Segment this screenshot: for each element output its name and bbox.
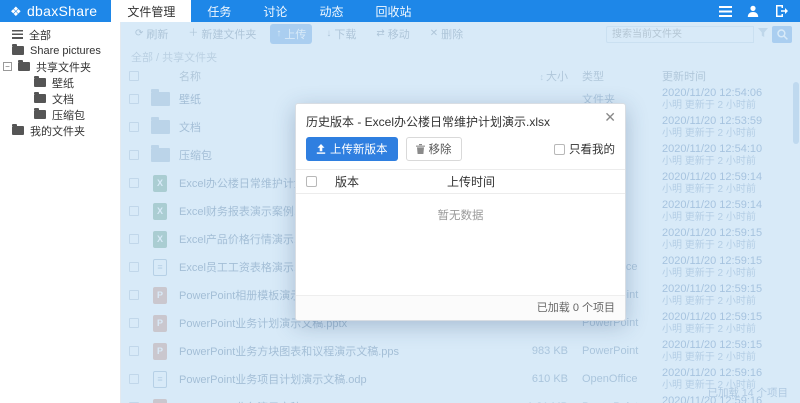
history-versions-dialog: 历史版本 - Excel办公楼日常维护计划演示.xlsx ✕ 上传新版本 移除 …: [295, 103, 626, 321]
folder-icon: [12, 126, 24, 135]
sidebar-item-4[interactable]: 文档: [0, 91, 120, 106]
topbar-actions: [718, 0, 800, 22]
folder-icon: [12, 46, 24, 55]
folder-icon: [34, 110, 46, 119]
folder-tree-sidebar: 全部 Share pictures − 共享文件夹壁纸文档压缩包我的文件夹: [0, 22, 121, 403]
sidebar-item-label: 压缩包: [52, 107, 85, 123]
menu-icon[interactable]: [718, 4, 732, 18]
only-mine-checkbox[interactable]: [554, 144, 565, 155]
collapse-toggle-icon[interactable]: −: [3, 62, 12, 71]
sidebar-item-label: Share pictures: [30, 45, 101, 57]
sidebar-item-5[interactable]: 压缩包: [0, 107, 120, 122]
folder-icon: [34, 78, 46, 87]
logout-icon[interactable]: [774, 4, 788, 18]
dialog-title: 历史版本 - Excel办公楼日常维护计划演示.xlsx ✕: [296, 104, 625, 137]
top-navigation-bar: ❖ dbaxShare 文件管理任务讨论动态回收站: [0, 0, 800, 22]
logo-icon: ❖: [10, 5, 22, 18]
versions-select-all-checkbox[interactable]: [306, 176, 317, 187]
tab-recycle-bin[interactable]: 回收站: [359, 0, 427, 22]
user-icon[interactable]: [746, 4, 760, 18]
trash-icon: [416, 144, 425, 154]
versions-table-header: 版本 上传时间: [296, 169, 625, 194]
upload-icon: [316, 144, 326, 154]
versions-table-body: 暂无数据: [296, 194, 625, 295]
sidebar-item-1[interactable]: Share pictures: [0, 43, 120, 58]
folder-icon: [18, 62, 30, 71]
sidebar-item-2[interactable]: − 共享文件夹: [0, 59, 120, 74]
tab-discussion[interactable]: 讨论: [247, 0, 303, 22]
sidebar-item-label: 共享文件夹: [36, 59, 91, 75]
remove-button[interactable]: 移除: [406, 137, 462, 161]
only-mine-toggle[interactable]: 只看我的: [554, 141, 615, 157]
tab-activity[interactable]: 动态: [303, 0, 359, 22]
app-logo: ❖ dbaxShare: [0, 0, 111, 22]
folder-icon: [34, 94, 46, 103]
main-tabs: 文件管理任务讨论动态回收站: [111, 0, 427, 22]
sidebar-item-label: 壁纸: [52, 75, 74, 91]
sidebar-item-label: 文档: [52, 91, 74, 107]
sidebar-item-label: 我的文件夹: [30, 123, 85, 139]
dialog-footer: 已加载 0 个项目: [296, 295, 625, 320]
tab-tasks[interactable]: 任务: [191, 0, 247, 22]
sidebar-item-3[interactable]: 壁纸: [0, 75, 120, 90]
sidebar-item-6[interactable]: 我的文件夹: [0, 123, 120, 138]
upload-new-version-button[interactable]: 上传新版本: [306, 137, 398, 161]
dialog-toolbar: 上传新版本 移除 只看我的: [296, 137, 625, 169]
version-column: 版本: [317, 173, 447, 190]
tab-file-management[interactable]: 文件管理: [111, 0, 191, 22]
upload-time-column: 上传时间: [447, 173, 495, 190]
sidebar-item-0[interactable]: 全部: [0, 27, 120, 42]
list-icon: [12, 30, 23, 39]
logo-text: dbaxShare: [27, 3, 97, 19]
sidebar-item-label: 全部: [29, 27, 51, 43]
close-icon[interactable]: ✕: [604, 110, 616, 124]
empty-state-text: 暂无数据: [296, 194, 625, 223]
